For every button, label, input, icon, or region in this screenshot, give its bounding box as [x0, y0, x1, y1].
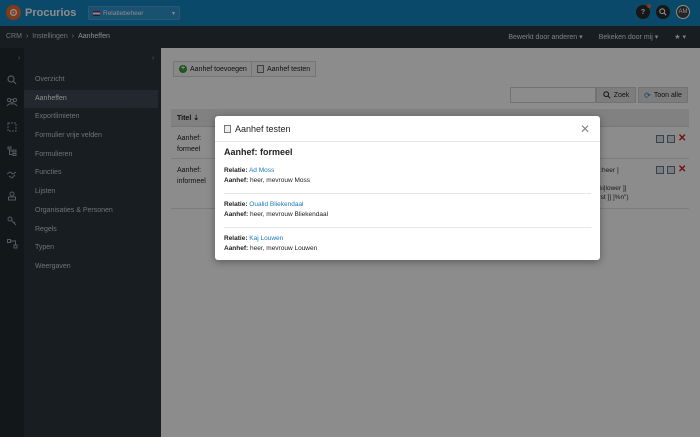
- salutation-label: Aanhef:: [224, 177, 249, 184]
- salutation-label: Aanhef:: [224, 245, 249, 252]
- test-salutation-dialog: Aanhef testen ✕ Aanhef: formeel Relatie:…: [215, 116, 600, 260]
- relation-link[interactable]: Kaj Louwen: [249, 235, 283, 242]
- relation-label: Relatie:: [224, 167, 248, 174]
- close-icon[interactable]: ✕: [580, 122, 590, 136]
- salutation-value: heer, mevrouw Bliekendaal: [250, 211, 329, 218]
- entry-divider: [224, 227, 591, 228]
- test-result-entry: Relatie: Ad Moss Aanhef: heer, mevrouw M…: [224, 166, 591, 186]
- salutation-value: heer, mevrouw Moss: [250, 177, 310, 184]
- salutation-label: Aanhef:: [224, 211, 249, 218]
- relation-label: Relatie:: [224, 201, 248, 208]
- document-icon: [224, 125, 231, 133]
- relation-label: Relatie:: [224, 235, 248, 242]
- relation-link[interactable]: Oualid Bliekendaal: [249, 201, 303, 208]
- dialog-title-text: Aanhef testen: [235, 124, 291, 134]
- dialog-heading: Aanhef: formeel: [224, 147, 293, 157]
- entry-divider: [224, 193, 591, 194]
- dialog-header: Aanhef testen ✕: [215, 116, 600, 142]
- salutation-value: heer, mevrouw Louwen: [250, 245, 318, 252]
- relation-link[interactable]: Ad Moss: [249, 167, 274, 174]
- test-result-entry: Relatie: Oualid Bliekendaal Aanhef: heer…: [224, 200, 591, 220]
- dialog-title: Aanhef testen: [224, 124, 291, 134]
- test-result-entry: Relatie: Kaj Louwen Aanhef: heer, mevrou…: [224, 234, 591, 254]
